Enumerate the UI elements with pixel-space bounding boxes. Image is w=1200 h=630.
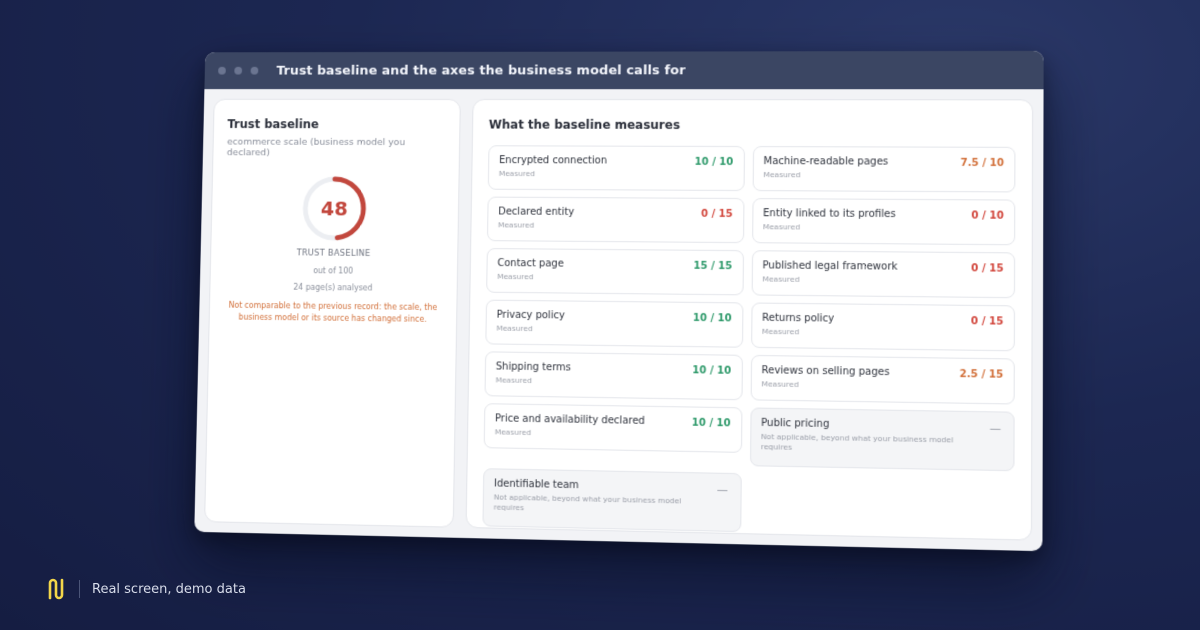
panel-heading: Trust baseline [227,117,446,131]
window-dot-maximize[interactable] [251,67,259,75]
measure-name: Entity linked to its profiles [763,208,1004,221]
measures-grid: Encrypted connection Measured 10 / 10 Machi… [482,145,1015,538]
panel-subtitle: ecommerce scale (business model you decl… [227,137,446,159]
gauge-label: TRUST BASELINE [224,248,443,260]
measure-card[interactable]: Price and availability declared Measured 1… [484,403,742,453]
footer-caption: Real screen, demo data [92,582,246,597]
score-value: 48 [300,174,369,243]
measure-score: 10 / 10 [692,365,731,377]
measure-name: Identifiable team [494,478,730,494]
measure-card[interactable]: Published legal framework Measured 0 / 15 [751,250,1015,298]
measure-score: 0 / 15 [701,209,733,220]
measure-card[interactable]: Identifiable team Not applicable, beyond … [482,468,741,532]
trust-baseline-panel: Trust baseline ecommerce scale (business… [204,99,461,528]
measure-score: 10 / 10 [695,157,734,168]
measure-score: 7.5 / 10 [960,158,1004,169]
measure-state: Measured [763,222,1004,234]
measure-card[interactable]: Declared entity Measured 0 / 15 [487,197,744,244]
pages-analysed: 24 page(s) analysed [224,282,443,293]
measure-state: Measured [499,169,733,180]
measure-state: Measured [498,220,733,232]
measure-score: 0 / 15 [971,263,1004,274]
measure-state: Measured [761,379,1003,393]
not-applicable-dash: — [717,483,728,496]
measure-card[interactable]: Returns policy Measured 0 / 15 [751,302,1015,351]
content-area: Trust baseline ecommerce scale (business… [194,89,1043,551]
measure-card[interactable]: Shipping terms Measured 10 / 10 [484,351,742,400]
app-window: Trust baseline and the axes the business… [194,51,1043,551]
measure-state: Measured [495,427,731,441]
out-of-label: out of 100 [224,265,443,276]
measures-heading: What the baseline measures [489,118,1016,133]
window-dot-minimize[interactable] [234,67,242,75]
footer-divider [79,580,80,598]
measure-card[interactable]: Entity linked to its profiles Measured 0 /… [752,198,1016,245]
measure-score: 15 / 15 [693,261,732,272]
measure-state: Measured [762,327,1004,340]
measure-card[interactable]: Privacy policy Measured 10 / 10 [485,300,743,348]
measure-score: 10 / 10 [692,418,731,430]
measure-name: Returns policy [762,313,1004,327]
window-title: Trust baseline and the axes the business… [276,63,685,78]
measure-card[interactable]: Reviews on selling pages Measured 2.5 / 15 [750,355,1015,405]
measure-name: Declared entity [498,207,733,219]
not-applicable-dash: — [990,422,1001,436]
measure-card[interactable]: Encrypted connection Measured 10 / 10 [488,145,745,191]
measure-name: Published legal framework [762,260,1003,273]
measure-state: Measured [762,274,1003,287]
measure-state: Measured [497,272,732,284]
measure-card[interactable]: Public pricing Not applicable, beyond wha… [749,407,1014,471]
brand-logo-icon [47,578,65,600]
measure-score: 2.5 / 15 [959,369,1003,381]
window-titlebar: Trust baseline and the axes the business… [204,51,1043,89]
measure-state: Measured [496,324,731,337]
measure-card[interactable]: Contact page Measured 15 / 15 [486,248,743,295]
measure-state: Measured [496,375,732,389]
measure-state: Measured [763,170,1004,181]
score-gauge: 48 [300,174,369,243]
measure-score: 0 / 15 [971,316,1004,328]
measure-score: 10 / 10 [693,313,732,325]
measure-state: Not applicable, beyond what your busines… [761,432,1003,457]
measure-card[interactable]: Machine-readable pages Measured 7.5 / 10 [752,146,1015,192]
measure-name: Public pricing [761,418,1003,433]
measure-score: 0 / 10 [971,210,1004,221]
measures-panel: What the baseline measures Encrypted con… [466,99,1034,541]
footer: Real screen, demo data [47,578,246,600]
measure-state: Not applicable, beyond what your busines… [494,492,730,517]
comparison-warning: Not comparable to the previous record: t… [223,300,443,325]
window-dot-close[interactable] [218,67,226,75]
